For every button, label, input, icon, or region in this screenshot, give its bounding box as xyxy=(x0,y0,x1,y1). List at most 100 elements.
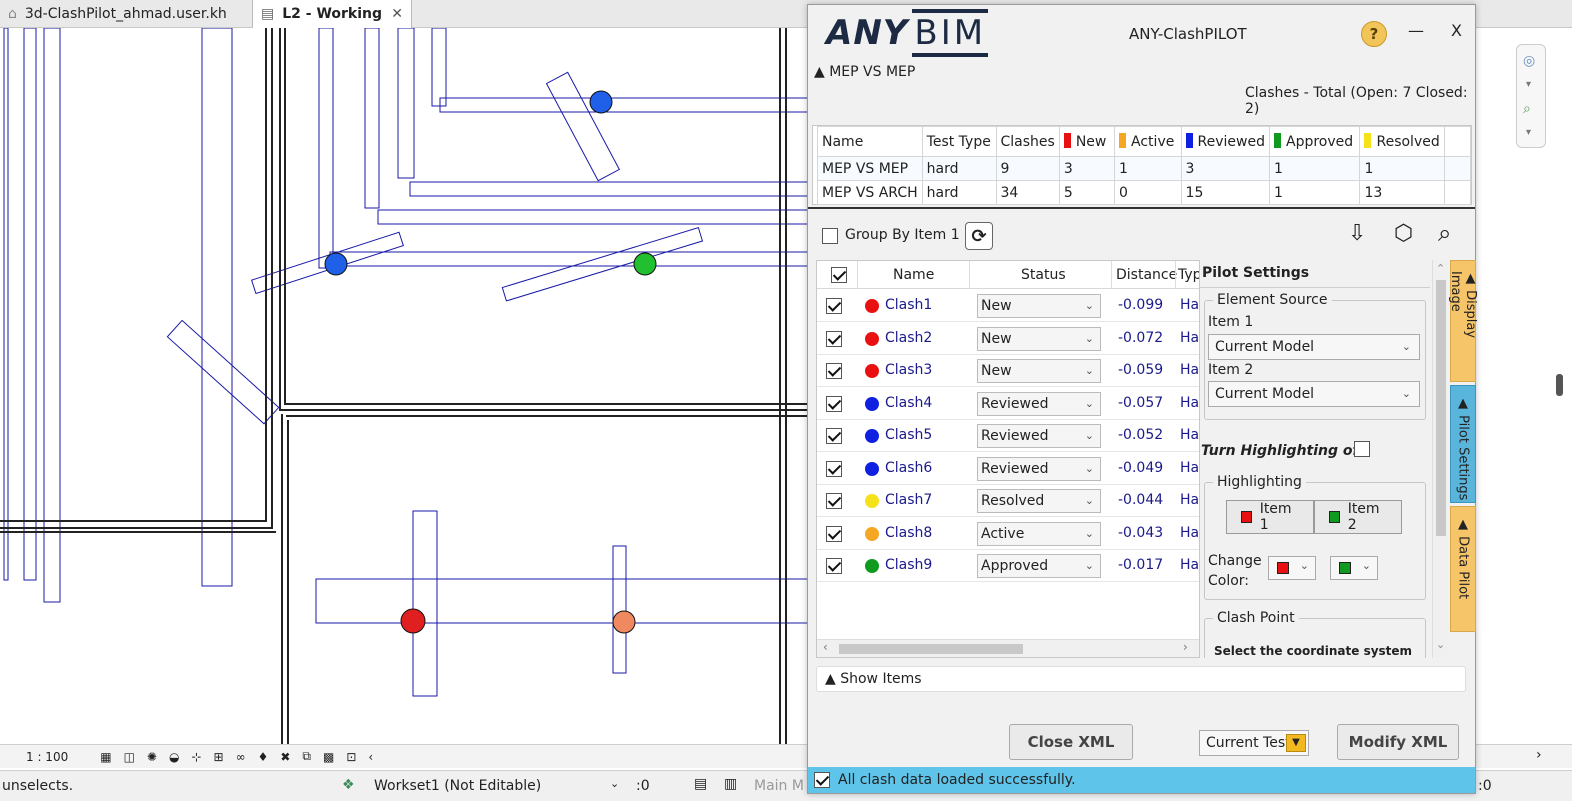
clash-row[interactable]: Clash1 New ⌄ -0.099 Ha xyxy=(817,290,1199,322)
status-select[interactable]: New ⌄ xyxy=(977,359,1101,383)
clash-checkbox[interactable] xyxy=(826,395,842,412)
clash-checkbox[interactable] xyxy=(826,493,842,509)
constraints-icon[interactable]: ⊡ xyxy=(346,750,356,764)
table-row[interactable]: MEP VS ARCH hard 34 5 0 15 1 13 xyxy=(817,180,1472,205)
view-scale[interactable]: 1 : 100 xyxy=(26,750,68,764)
show-crop-icon[interactable]: ⊞ xyxy=(214,750,224,764)
close-tab-icon[interactable]: ✕ xyxy=(391,6,403,22)
shadows-icon[interactable]: ◒ xyxy=(169,750,179,764)
refresh-button[interactable]: ⟳ xyxy=(965,222,993,250)
item1-color-picker[interactable]: ⌄ xyxy=(1268,556,1316,580)
tab-pilot-settings[interactable]: ▲ Pilot Settings xyxy=(1450,385,1476,503)
zoom-icon[interactable]: ⌕ xyxy=(1523,101,1531,117)
main-model-icon[interactable]: ▥ xyxy=(724,776,737,792)
temporary-hide-icon[interactable]: ∞ xyxy=(236,750,246,764)
minimize-button[interactable]: — xyxy=(1408,21,1424,40)
highlight-item2-button[interactable]: Item 2 xyxy=(1314,500,1402,534)
clash-checkbox[interactable] xyxy=(826,558,842,574)
test-section-header[interactable]: ▲ MEP VS MEP xyxy=(814,64,915,80)
status-select[interactable]: New ⌄ xyxy=(977,326,1101,351)
detail-level-icon[interactable]: ▦ xyxy=(100,750,111,764)
close-button[interactable]: X xyxy=(1451,21,1462,40)
clash-checkbox[interactable] xyxy=(826,428,842,444)
status-select[interactable]: Resolved ⌄ xyxy=(977,489,1101,513)
drawing-canvas[interactable] xyxy=(0,28,808,744)
scroll-right-icon[interactable]: › xyxy=(1536,747,1542,763)
navigation-bar[interactable]: ◎ ▾ ⌕ ▾ xyxy=(1516,44,1546,148)
status-select[interactable]: New ⌄ xyxy=(977,294,1101,318)
clash-checkbox[interactable] xyxy=(826,525,842,542)
tab-display-image[interactable]: ▲ Display Image xyxy=(1448,260,1478,382)
workset-dropdown-icon[interactable]: ⌄ xyxy=(610,777,619,790)
3d-view-button[interactable]: ⬡ xyxy=(1394,221,1413,246)
col-new[interactable]: New xyxy=(1058,126,1116,157)
modify-xml-button[interactable]: Modify XML xyxy=(1337,724,1459,760)
col-reviewed[interactable]: Reviewed xyxy=(1180,126,1271,157)
status-select[interactable]: Approved ⌄ xyxy=(977,554,1101,578)
header-type[interactable]: Typ xyxy=(1178,267,1199,283)
design-options-icon[interactable]: ▤ xyxy=(694,776,707,792)
status-select[interactable]: Reviewed ⌄ xyxy=(977,456,1101,481)
item2-color-picker[interactable]: ⌄ xyxy=(1330,556,1378,580)
col-clashes[interactable]: Clashes xyxy=(995,126,1060,157)
clash-row[interactable]: Clash2 New ⌄ -0.072 Ha xyxy=(817,323,1199,355)
clash-row[interactable]: Clash8 Active ⌄ -0.043 Ha xyxy=(817,518,1199,550)
clash-row[interactable]: Clash6 Reviewed ⌄ -0.049 Ha xyxy=(817,453,1199,485)
col-name[interactable]: Name xyxy=(817,126,923,157)
col-active[interactable]: Active xyxy=(1114,126,1182,157)
scrollbar-thumb[interactable] xyxy=(1556,374,1563,396)
clash-row[interactable]: Clash9 Approved ⌄ -0.017 Ha xyxy=(817,550,1199,582)
analytical-model-icon[interactable]: ▩ xyxy=(323,750,334,764)
turn-highlighting-checkbox[interactable] xyxy=(1354,441,1370,457)
header-status[interactable]: Status xyxy=(1021,267,1066,283)
select-all-checkbox[interactable] xyxy=(831,267,847,283)
close-xml-button[interactable]: Close XML xyxy=(1009,724,1133,760)
col-resolved[interactable]: Resolved xyxy=(1359,126,1445,157)
item1-source-select[interactable]: Current Model ⌄ xyxy=(1208,334,1420,360)
reveal-hidden-icon[interactable]: ♦ xyxy=(258,750,269,764)
visual-style-icon[interactable]: ◫ xyxy=(124,750,135,764)
col-approved[interactable]: Approved xyxy=(1268,126,1361,157)
item2-source-select[interactable]: Current Model ⌄ xyxy=(1208,381,1420,407)
status-select[interactable]: Reviewed ⌄ xyxy=(977,391,1101,416)
scroll-left-icon[interactable]: ‹ xyxy=(368,750,373,764)
header-name[interactable]: Name xyxy=(893,267,934,283)
clash-checkbox[interactable] xyxy=(826,298,842,314)
scroll-left-icon[interactable]: ‹ xyxy=(823,640,828,654)
clash-row[interactable]: Clash3 New ⌄ -0.059 Ha xyxy=(817,355,1199,387)
help-button[interactable]: ? xyxy=(1361,21,1387,47)
clash-checkbox[interactable] xyxy=(826,460,842,477)
header-distance[interactable]: Distance xyxy=(1116,267,1177,283)
dropdown-arrow-icon[interactable]: ▾ xyxy=(1526,127,1531,138)
tab-l2-working[interactable]: ▤ L2 - Working ✕ xyxy=(252,0,412,28)
scroll-right-icon[interactable]: › xyxy=(1183,640,1188,654)
worksharing-icon[interactable]: ✖ xyxy=(280,750,290,764)
dropdown-arrow-icon[interactable]: ▼ xyxy=(1286,734,1306,752)
scrollbar-thumb[interactable] xyxy=(839,644,1023,654)
clash-row[interactable]: Clash4 Reviewed ⌄ -0.057 Ha xyxy=(817,388,1199,420)
active-workset[interactable]: Workset1 (Not Editable) xyxy=(374,778,541,794)
status-select[interactable]: Reviewed ⌄ xyxy=(977,424,1101,448)
tab-3d-clashpilot[interactable]: ⌂ 3d-ClashPilot_ahmad.user.kh xyxy=(0,0,252,28)
tab-data-pilot[interactable]: ▲ Data Pilot xyxy=(1450,506,1476,632)
dropdown-arrow-icon[interactable]: ▾ xyxy=(1526,79,1531,90)
export-button[interactable]: ⇩ xyxy=(1348,221,1366,246)
lock-view-icon[interactable]: ⧉ xyxy=(302,749,311,764)
highlight-item1-button[interactable]: Item 1 xyxy=(1226,500,1314,534)
steering-wheel-icon[interactable]: ◎ xyxy=(1523,53,1535,69)
show-items-expander[interactable]: ▲ Show Items xyxy=(816,666,1466,692)
group-by-checkbox[interactable] xyxy=(822,228,838,244)
zoom-to-clash-button[interactable]: ⌕ xyxy=(1438,219,1451,247)
crop-view-icon[interactable]: ⊹ xyxy=(191,750,201,764)
scroll-down-icon[interactable]: ⌄ xyxy=(1436,638,1445,651)
col-test-type[interactable]: Test Type xyxy=(921,126,997,157)
sun-path-icon[interactable]: ✺ xyxy=(147,750,157,764)
scroll-up-icon[interactable]: ⌃ xyxy=(1436,262,1445,275)
status-select[interactable]: Active ⌄ xyxy=(977,521,1101,546)
clash-row[interactable]: Clash7 Resolved ⌄ -0.044 Ha xyxy=(817,485,1199,517)
clash-checkbox[interactable] xyxy=(826,363,842,379)
clash-checkbox[interactable] xyxy=(826,330,842,347)
current-test-select[interactable]: Current Test ▼ xyxy=(1199,730,1309,756)
scrollbar-thumb[interactable] xyxy=(1436,280,1446,536)
table-row[interactable]: MEP VS MEP hard 9 3 1 3 1 1 xyxy=(817,156,1472,181)
